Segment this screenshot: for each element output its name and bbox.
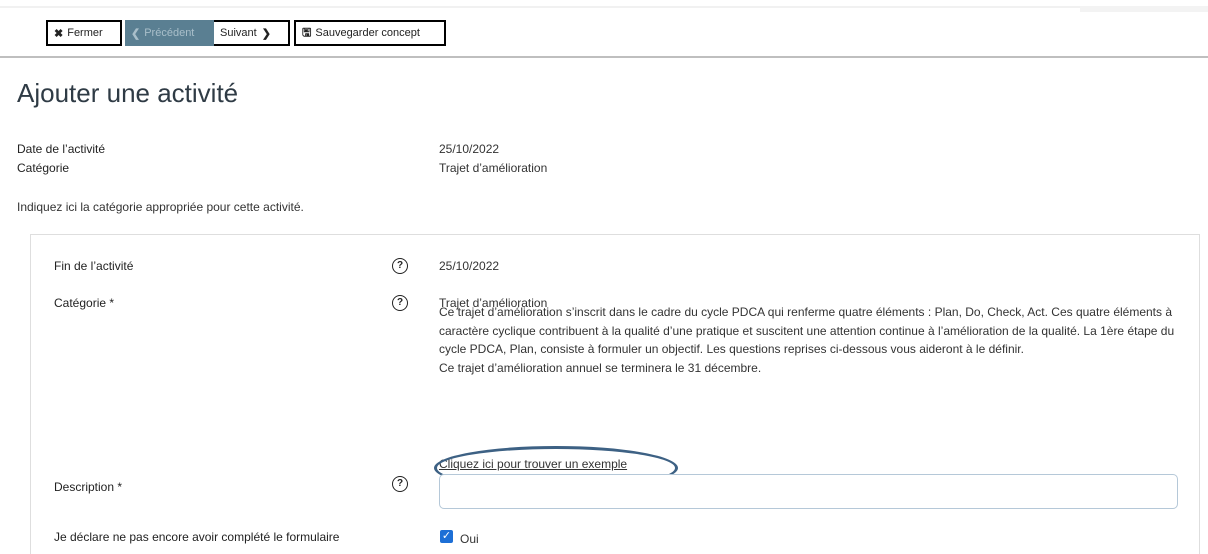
- category-description: Ce trajet d’amélioration s’inscrit dans …: [439, 303, 1179, 377]
- help-icon[interactable]: ?: [392, 295, 408, 311]
- category-hint: Indiquez ici la catégorie appropriée pou…: [17, 200, 304, 214]
- declare-label: Je déclare ne pas encore avoir complété …: [54, 530, 340, 544]
- chevron-right-icon: ❯: [261, 27, 271, 40]
- header-divider: [0, 56, 1208, 58]
- next-label: Suivant: [220, 27, 257, 39]
- description-label: Description *: [54, 480, 123, 494]
- next-button[interactable]: Suivant ❯: [214, 20, 290, 46]
- close-label: Fermer: [67, 27, 103, 39]
- help-icon[interactable]: ?: [392, 476, 408, 492]
- summary-date-label: Date de l’activité: [17, 142, 106, 156]
- category-description-text: Ce trajet d’amélioration s’inscrit dans …: [439, 305, 1175, 357]
- category-label: Catégorie *: [54, 296, 115, 310]
- declare-checkbox[interactable]: ✓: [440, 530, 453, 543]
- floppy-disk-icon: 🖫: [302, 26, 312, 39]
- previous-label: Précédent: [144, 27, 195, 39]
- summary-date-value: 25/10/2022: [439, 142, 500, 156]
- save-concept-button[interactable]: 🖫 Sauvegarder concept: [294, 20, 446, 46]
- top-border: [0, 6, 1208, 8]
- summary-category-value: Trajet d’amélioration: [439, 161, 548, 175]
- page-title: Ajouter une activité: [17, 78, 239, 108]
- save-concept-label: Sauvegarder concept: [315, 27, 420, 39]
- end-date-label: Fin de l’activité: [54, 259, 134, 273]
- previous-button[interactable]: ❮ Précédent: [125, 20, 214, 46]
- description-input[interactable]: [439, 474, 1178, 509]
- toolbar: ✖ Fermer ❮ Précédent Suivant ❯ 🖫 Sauvega…: [46, 20, 446, 46]
- top-right-strip: [1080, 6, 1208, 12]
- declare-option-label: Oui: [460, 532, 479, 546]
- chevron-left-icon: ❮: [131, 27, 141, 40]
- help-icon[interactable]: ?: [392, 258, 408, 274]
- end-date-value: 25/10/2022: [439, 259, 500, 273]
- close-button[interactable]: ✖ Fermer: [46, 20, 122, 46]
- category-end-note: Ce trajet d’amélioration annuel se termi…: [439, 360, 762, 375]
- close-icon: ✖: [54, 27, 64, 40]
- summary-category-label: Catégorie: [17, 161, 70, 175]
